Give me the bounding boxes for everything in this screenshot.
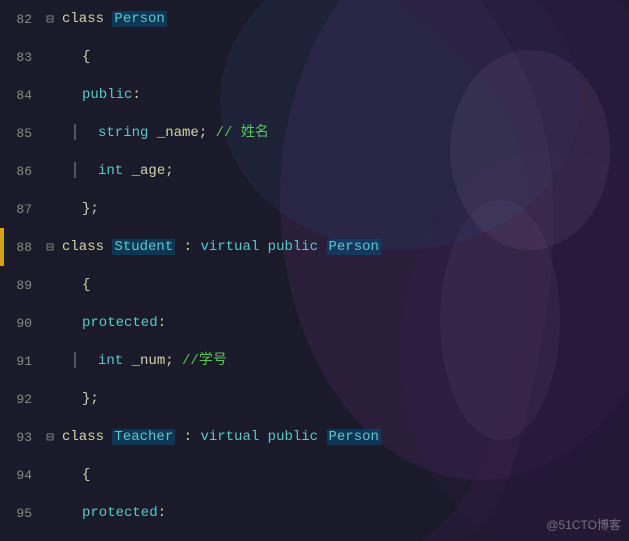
line-number: 91 [0, 354, 42, 369]
watermark-text: @51CTO博客 [546, 518, 621, 532]
code-content: class Teacher : virtual public Person [58, 418, 629, 456]
line-number: 92 [0, 392, 42, 407]
code-content: }; [58, 380, 629, 418]
code-line-87: 87}; [0, 190, 629, 228]
code-content: protected: [58, 494, 629, 532]
code-line-91: 91 int _num; //学号 [0, 342, 629, 380]
code-content: { [58, 38, 629, 76]
code-line-82: 82⊟class Person [0, 0, 629, 38]
code-content: string _name; // 姓名 [58, 114, 629, 152]
code-line-93: 93⊟class Teacher : virtual public Person [0, 418, 629, 456]
code-line-88: 88⊟class Student : virtual public Person [0, 228, 629, 266]
code-content: { [58, 456, 629, 494]
fold-icon[interactable]: ⊟ [42, 12, 58, 27]
code-content: public: [58, 76, 629, 114]
code-line-90: 90 protected: [0, 304, 629, 342]
code-line-89: 89 { [0, 266, 629, 304]
line-number: 86 [0, 164, 42, 179]
code-content: int _num; //学号 [58, 342, 629, 380]
line-number: 89 [0, 278, 42, 293]
code-editor: 82⊟class Person83{84public:85string _nam… [0, 0, 629, 541]
fold-icon[interactable]: ⊟ [42, 240, 58, 255]
line-number: 85 [0, 126, 42, 141]
code-line-85: 85 string _name; // 姓名 [0, 114, 629, 152]
code-line-92: 92}; [0, 380, 629, 418]
line-number: 93 [0, 430, 42, 445]
code-content: class Student : virtual public Person [58, 228, 629, 266]
line-number: 84 [0, 88, 42, 103]
code-content: class Person [58, 0, 629, 38]
line-number: 82 [0, 12, 42, 27]
line-number: 88 [0, 240, 42, 255]
code-content: { [58, 266, 629, 304]
fold-icon[interactable]: ⊟ [42, 430, 58, 445]
code-content: int _age; [58, 152, 629, 190]
code-line-84: 84 public: [0, 76, 629, 114]
code-line-96: 96int _id; // 职工编号 [0, 532, 629, 541]
code-content: }; [58, 190, 629, 228]
line-number: 83 [0, 50, 42, 65]
line-number: 94 [0, 468, 42, 483]
line-number: 90 [0, 316, 42, 331]
line-number: 95 [0, 506, 42, 521]
code-content: protected: [58, 304, 629, 342]
code-line-83: 83 { [0, 38, 629, 76]
line-number: 87 [0, 202, 42, 217]
code-line-95: 95 protected: [0, 494, 629, 532]
code-content: int _id; // 职工编号 [58, 532, 629, 541]
code-line-86: 86 int _age; [0, 152, 629, 190]
watermark: @51CTO博客 [546, 516, 621, 533]
code-line-94: 94 { [0, 456, 629, 494]
